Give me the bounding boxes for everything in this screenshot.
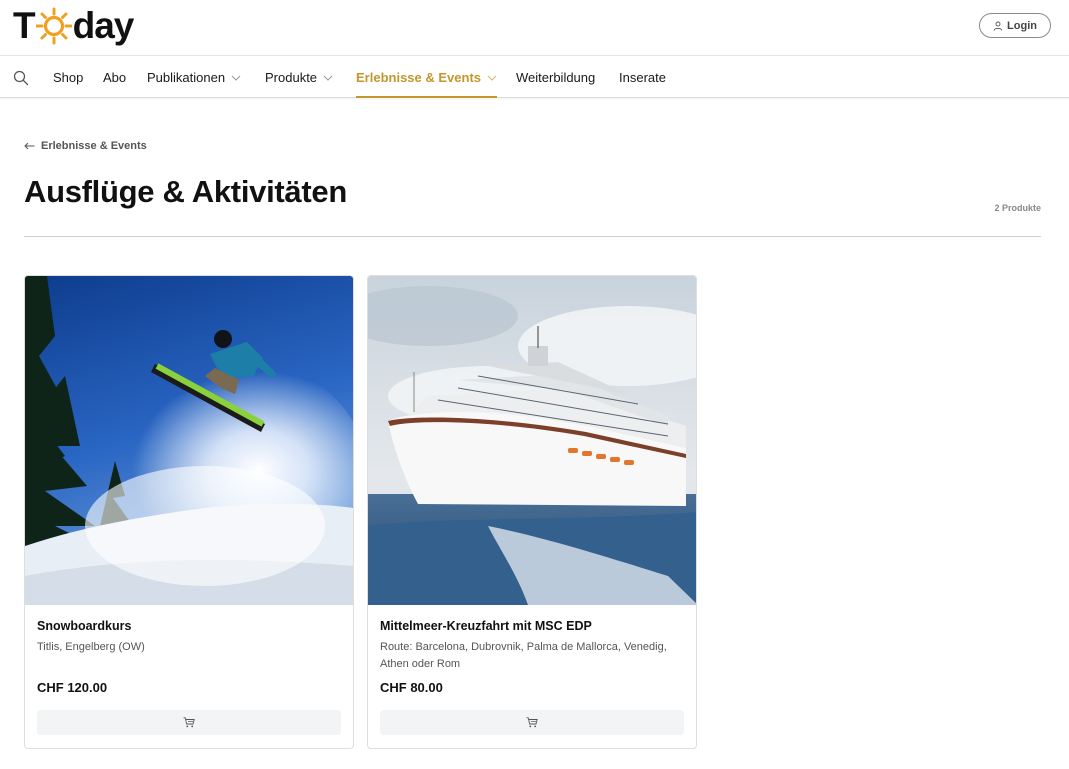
back-link-label: Erlebnisse & Events	[41, 140, 147, 152]
product-location: Titlis, Engelberg (OW)	[37, 641, 145, 653]
nav-item-shop[interactable]: Shop	[53, 57, 83, 98]
product-image[interactable]	[25, 276, 353, 605]
divider	[24, 236, 1041, 237]
add-to-cart-button[interactable]	[380, 710, 684, 735]
product-route: Route: Barcelona, Dubrovnik, Palma de Ma…	[380, 641, 667, 670]
product-count: 2 Produkte	[994, 203, 1041, 213]
site-header: T day Login	[0, 0, 1069, 56]
nav-item-label: Abo	[103, 70, 127, 85]
login-label: Login	[1007, 19, 1037, 32]
nav-item-weiterbildung[interactable]: Weiterbildung	[516, 57, 595, 98]
nav-item-label: Publikationen	[147, 70, 226, 85]
nav-item-label: Weiterbildung	[516, 70, 596, 85]
main-navigation: Shop Abo Publikationen Produkte Erlebnis…	[0, 57, 1069, 98]
arrow-left-icon	[24, 142, 35, 150]
nav-item-erlebnisse-events[interactable]: Erlebnisse & Events	[356, 57, 497, 98]
chevron-down-icon	[231, 75, 241, 81]
site-logo[interactable]: T day	[13, 4, 135, 48]
chevron-down-icon	[323, 75, 333, 81]
back-link[interactable]: Erlebnisse & Events	[24, 140, 147, 152]
nav-item-abo[interactable]: Abo	[103, 57, 126, 98]
chevron-down-icon	[487, 75, 497, 81]
product-title[interactable]: Snowboardkurs	[37, 619, 131, 633]
product-price: CHF 120.00	[37, 680, 108, 695]
nav-item-label: Inserate	[619, 70, 666, 85]
cruise-ship-image	[368, 276, 696, 605]
login-button[interactable]: Login	[979, 13, 1051, 38]
logo-letter-t: T	[13, 5, 36, 46]
product-card[interactable]: Snowboardkurs Titlis, Engelberg (OW) CHF…	[24, 275, 354, 749]
page-title: Ausflüge & Aktivitäten	[24, 174, 347, 209]
nav-item-label: Shop	[53, 70, 84, 85]
logo-word-day: day	[72, 5, 135, 46]
nav-item-publikationen[interactable]: Publikationen	[147, 57, 241, 98]
snowboarder-image	[25, 276, 353, 605]
product-card[interactable]: Mittelmeer-Kreuzfahrt mit MSC EDP Route:…	[367, 275, 697, 749]
nav-item-produkte[interactable]: Produkte	[265, 57, 333, 98]
cart-icon	[183, 717, 195, 728]
add-to-cart-button[interactable]	[37, 710, 341, 735]
nav-item-inserate[interactable]: Inserate	[619, 57, 666, 98]
product-image[interactable]	[368, 276, 696, 605]
nav-item-label: Erlebnisse & Events	[356, 70, 481, 85]
product-title[interactable]: Mittelmeer-Kreuzfahrt mit MSC EDP	[380, 619, 592, 633]
search-icon[interactable]	[13, 70, 29, 86]
product-price: CHF 80.00	[380, 680, 443, 695]
cart-icon	[526, 717, 538, 728]
nav-item-label: Produkte	[265, 70, 318, 85]
user-icon	[993, 21, 1003, 31]
sun-icon	[35, 4, 72, 48]
